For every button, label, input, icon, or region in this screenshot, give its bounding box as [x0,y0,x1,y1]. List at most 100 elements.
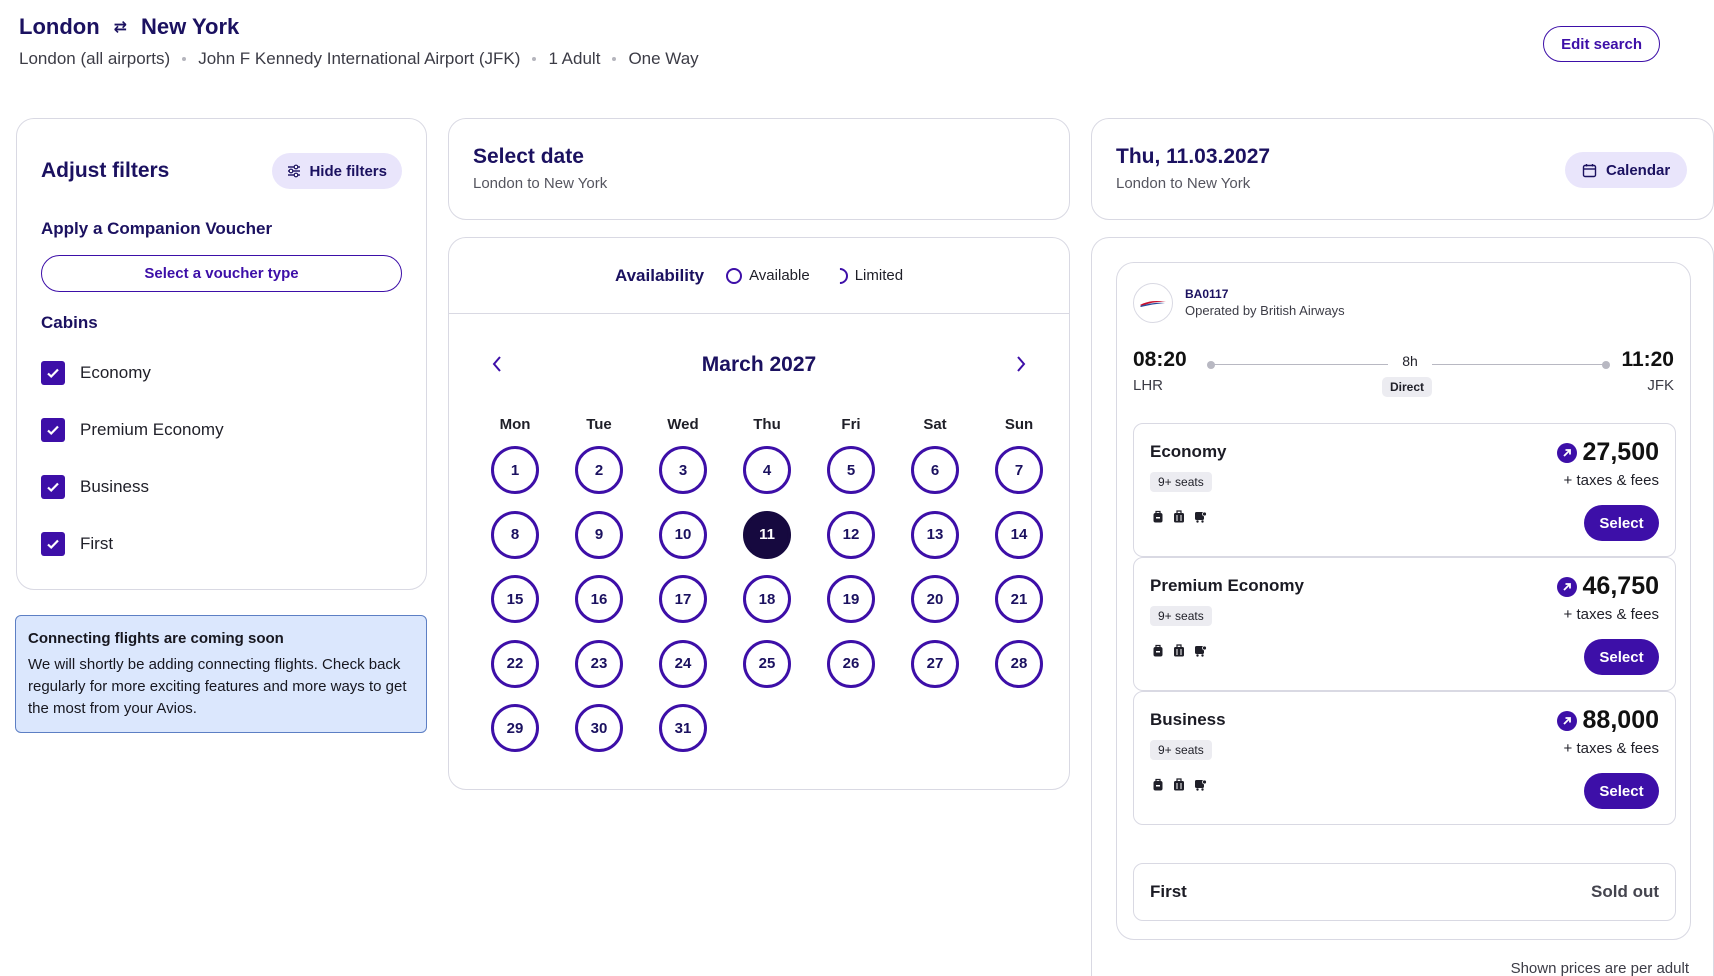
weekday-header: Fri [841,416,861,433]
calendar-day[interactable]: 23 [575,639,623,688]
legend-available-label: Available [749,267,810,284]
calendar-card: Availability Available Limited March 202… [448,237,1070,790]
cabin-filter-label: Premium Economy [80,420,224,439]
separator-dot [612,57,617,61]
check-icon [47,539,59,550]
baggage-icons [1152,510,1207,523]
calendar-day[interactable]: 25 [743,639,791,688]
check-icon [47,425,59,436]
select-date-title: Select date [473,145,584,168]
calendar-day[interactable]: 6 [911,446,959,494]
british-airways-logo-icon [1133,283,1173,323]
calendar-icon [1582,163,1597,177]
filters-panel: Adjust filters Hide filters Apply a Comp… [16,118,427,590]
seats-badge: 9+ seats [1150,472,1212,492]
cabin-filter-label: Business [80,477,149,496]
calendar-day[interactable]: 18 [743,575,791,623]
price-value: 88,000 [1582,706,1659,734]
calendar-day[interactable]: 12 [827,510,875,559]
search-summary: London (all airports) John F Kennedy Int… [19,49,699,69]
calendar-day[interactable]: 24 [659,639,707,688]
select-voucher-button[interactable]: Select a voucher type [41,255,402,292]
avios-icon [1556,576,1577,597]
connecting-flights-notice: Connecting flights are coming soon We wi… [15,615,427,733]
flight-number: BA0117 [1185,287,1229,301]
origin-city: London [19,14,100,39]
arrival-airport: JFK [1647,377,1674,394]
cabin-name: Business [1150,710,1226,729]
calendar-day[interactable]: 15 [491,575,539,623]
cabin-filter-first[interactable]: First [41,532,113,556]
cabin-bag-icon [1174,778,1184,791]
calendar-day[interactable]: 21 [995,575,1043,623]
select-date-card: Select date London to New York [448,118,1070,220]
cabin-filter-premium-economy[interactable]: Premium Economy [41,418,224,442]
calendar-day[interactable]: 28 [995,639,1043,688]
calendar-day[interactable]: 16 [575,575,623,623]
taxes-label: + taxes & fees [1563,472,1659,489]
check-icon [47,482,59,493]
weekday-header: Tue [586,416,612,433]
calendar-day[interactable]: 17 [659,575,707,623]
cabin-filter-economy[interactable]: Economy [41,361,151,385]
checkbox-checked[interactable] [41,475,65,499]
baggage-icons [1152,778,1207,791]
separator-dot [532,57,537,61]
edit-search-button[interactable]: Edit search [1543,26,1660,62]
select-business-button[interactable]: Select [1584,773,1659,809]
calendar-day[interactable]: 10 [659,510,707,559]
calendar-day[interactable]: 9 [575,510,623,559]
checkbox-checked[interactable] [41,361,65,385]
backpack-icon [1153,510,1163,523]
calendar-day[interactable]: 20 [911,575,959,623]
selected-date-title: Thu, 11.03.2027 [1116,145,1271,168]
flight-duration: 8h [1388,353,1432,369]
legend-available: Available [726,267,810,284]
calendar-day[interactable]: 8 [491,510,539,559]
checked-bag-icon [1195,645,1207,657]
checked-bag-icon [1195,779,1207,791]
cabin-filter-business[interactable]: Business [41,475,149,499]
calendar-day[interactable]: 2 [575,446,623,494]
cabins-heading: Cabins [41,313,98,332]
calendar-day[interactable]: 1 [491,446,539,494]
calendar-day[interactable]: 30 [575,704,623,752]
cabin-name: First [1150,882,1187,901]
calendar-day[interactable]: 13 [911,510,959,559]
next-month-button[interactable] [1008,351,1034,377]
calendar-day[interactable]: 7 [995,446,1043,494]
calendar-day[interactable]: 26 [827,639,875,688]
prices-per-adult-note: Shown prices are per adult [1510,960,1689,976]
calendar-day[interactable]: 5 [827,446,875,494]
cabin-name: Economy [1150,442,1227,461]
route-start-dot [1207,361,1215,369]
hide-filters-label: Hide filters [309,162,387,180]
checkbox-checked[interactable] [41,418,65,442]
calendar-day[interactable]: 14 [995,510,1043,559]
calendar-day[interactable]: 22 [491,639,539,688]
seats-badge: 9+ seats [1150,740,1212,760]
cabin-name: Premium Economy [1150,576,1304,595]
calendar-day[interactable]: 27 [911,639,959,688]
calendar-day-selected[interactable]: 11 [743,510,791,559]
route-title: London ⇄ New York [19,14,239,40]
checkbox-checked[interactable] [41,532,65,556]
available-ring-icon [726,267,743,284]
destination-airport: John F Kennedy International Airport (JF… [198,49,521,68]
avios-icon [1556,710,1577,731]
calendar-day[interactable]: 4 [743,446,791,494]
avios-price: 88,000 [1556,706,1659,735]
calendar-month: March 2027 [701,353,817,376]
calendar-button[interactable]: Calendar [1565,152,1688,188]
select-premium-economy-button[interactable]: Select [1584,639,1659,675]
origin-airport: London (all airports) [19,49,171,68]
calendar-day[interactable]: 31 [659,704,707,752]
calendar-day[interactable]: 29 [491,704,539,752]
backpack-icon [1153,778,1163,791]
price-value: 46,750 [1582,572,1659,600]
select-economy-button[interactable]: Select [1584,505,1659,541]
hide-filters-button[interactable]: Hide filters [272,153,402,189]
calendar-day[interactable]: 19 [827,575,875,623]
cabin-option-business: Business 9+ seats 88,000 + taxes & fees … [1133,691,1676,825]
calendar-day[interactable]: 3 [659,446,707,494]
